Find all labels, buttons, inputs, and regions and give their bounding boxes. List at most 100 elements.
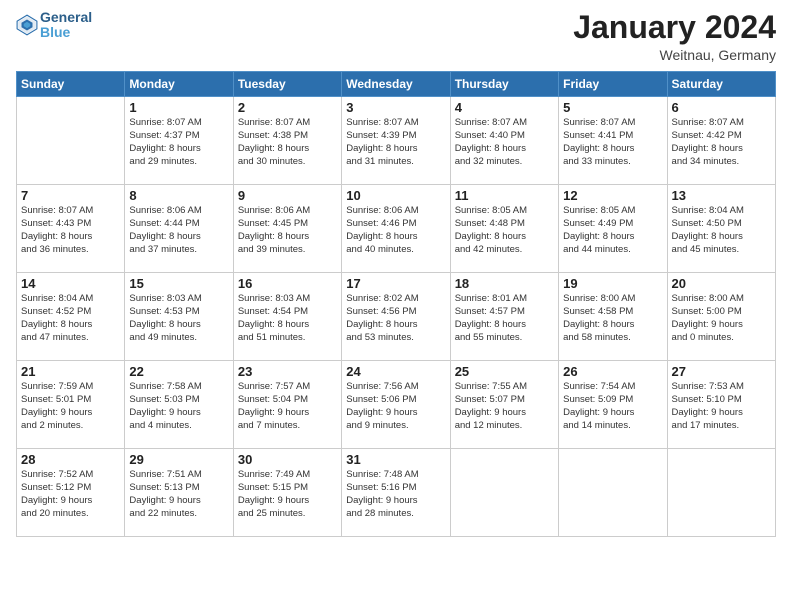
week-row-4: 21 Sunrise: 7:59 AMSunset: 5:01 PMDayligh…: [17, 361, 776, 449]
week-row-1: 1 Sunrise: 8:07 AMSunset: 4:37 PMDaylight…: [17, 97, 776, 185]
cell-w1-d4: 3 Sunrise: 8:07 AMSunset: 4:39 PMDaylight…: [342, 97, 450, 185]
day-number: 11: [455, 188, 554, 203]
header-monday: Monday: [125, 72, 233, 97]
logo-icon: [16, 14, 38, 36]
day-detail: Sunrise: 8:00 AMSunset: 4:58 PMDaylight:…: [563, 293, 662, 344]
day-number: 31: [346, 452, 445, 467]
day-number: 7: [21, 188, 120, 203]
day-detail: Sunrise: 8:05 AMSunset: 4:48 PMDaylight:…: [455, 205, 554, 256]
day-number: 9: [238, 188, 337, 203]
day-detail: Sunrise: 8:07 AMSunset: 4:42 PMDaylight:…: [672, 117, 771, 168]
day-detail: Sunrise: 7:58 AMSunset: 5:03 PMDaylight:…: [129, 381, 228, 432]
cell-w3-d1: 14 Sunrise: 8:04 AMSunset: 4:52 PMDayligh…: [17, 273, 125, 361]
cell-w3-d5: 18Sunrise: 8:01 AMSunset: 4:57 PMDayligh…: [450, 273, 558, 361]
day-number: 3: [346, 100, 445, 115]
cell-w4-d7: 27Sunrise: 7:53 AMSunset: 5:10 PMDayligh…: [667, 361, 775, 449]
cell-w4-d2: 22 Sunrise: 7:58 AMSunset: 5:03 PMDayligh…: [125, 361, 233, 449]
day-detail: Sunrise: 8:07 AMSunset: 4:41 PMDaylight:…: [563, 117, 662, 168]
day-number: 24: [346, 364, 445, 379]
cell-w5-d6: [559, 449, 667, 537]
logo-blue: Blue: [40, 25, 92, 40]
cell-w2-d1: 7 Sunrise: 8:07 AMSunset: 4:43 PMDaylight…: [17, 185, 125, 273]
location-subtitle: Weitnau, Germany: [573, 47, 776, 63]
day-number: 21: [21, 364, 120, 379]
day-number: 16: [238, 276, 337, 291]
day-number: 22: [129, 364, 228, 379]
cell-w2-d2: 8Sunrise: 8:06 AMSunset: 4:44 PMDaylight…: [125, 185, 233, 273]
day-detail: Sunrise: 8:04 AMSunset: 4:50 PMDaylight:…: [672, 205, 771, 256]
week-row-5: 28Sunrise: 7:52 AMSunset: 5:12 PMDayligh…: [17, 449, 776, 537]
day-number: 29: [129, 452, 228, 467]
cell-w4-d6: 26 Sunrise: 7:54 AMSunset: 5:09 PMDayligh…: [559, 361, 667, 449]
month-year-title: January 2024: [573, 10, 776, 45]
cell-w1-d3: 2Sunrise: 8:07 AMSunset: 4:38 PMDaylight…: [233, 97, 341, 185]
cell-w3-d6: 19Sunrise: 8:00 AMSunset: 4:58 PMDayligh…: [559, 273, 667, 361]
cell-w5-d4: 31 Sunrise: 7:48 AMSunset: 5:16 PMDayligh…: [342, 449, 450, 537]
day-detail: Sunrise: 8:07 AMSunset: 4:37 PMDaylight:…: [129, 117, 228, 168]
cell-w2-d5: 11 Sunrise: 8:05 AMSunset: 4:48 PMDayligh…: [450, 185, 558, 273]
day-number: 30: [238, 452, 337, 467]
header: General Blue January 2024 Weitnau, Germa…: [16, 10, 776, 63]
logo: General Blue: [16, 10, 92, 41]
cell-w3-d4: 17 Sunrise: 8:02 AMSunset: 4:56 PMDayligh…: [342, 273, 450, 361]
cell-w2-d3: 9 Sunrise: 8:06 AMSunset: 4:45 PMDaylight…: [233, 185, 341, 273]
day-detail: Sunrise: 7:54 AMSunset: 5:09 PMDaylight:…: [563, 381, 662, 432]
day-number: 12: [563, 188, 662, 203]
header-thursday: Thursday: [450, 72, 558, 97]
cell-w4-d1: 21 Sunrise: 7:59 AMSunset: 5:01 PMDayligh…: [17, 361, 125, 449]
day-detail: Sunrise: 8:06 AMSunset: 4:44 PMDaylight:…: [129, 205, 228, 256]
day-detail: Sunrise: 8:02 AMSunset: 4:56 PMDaylight:…: [346, 293, 445, 344]
day-detail: Sunrise: 8:07 AMSunset: 4:43 PMDaylight:…: [21, 205, 120, 256]
week-row-2: 7 Sunrise: 8:07 AMSunset: 4:43 PMDaylight…: [17, 185, 776, 273]
header-tuesday: Tuesday: [233, 72, 341, 97]
day-detail: Sunrise: 7:49 AMSunset: 5:15 PMDaylight:…: [238, 469, 337, 520]
day-number: 14: [21, 276, 120, 291]
day-detail: Sunrise: 7:51 AMSunset: 5:13 PMDaylight:…: [129, 469, 228, 520]
day-number: 25: [455, 364, 554, 379]
day-number: 2: [238, 100, 337, 115]
logo-general: General: [40, 10, 92, 25]
header-sunday: Sunday: [17, 72, 125, 97]
day-detail: Sunrise: 8:06 AMSunset: 4:45 PMDaylight:…: [238, 205, 337, 256]
day-number: 28: [21, 452, 120, 467]
day-detail: Sunrise: 8:05 AMSunset: 4:49 PMDaylight:…: [563, 205, 662, 256]
day-detail: Sunrise: 8:03 AMSunset: 4:54 PMDaylight:…: [238, 293, 337, 344]
cell-w5-d3: 30 Sunrise: 7:49 AMSunset: 5:15 PMDayligh…: [233, 449, 341, 537]
header-saturday: Saturday: [667, 72, 775, 97]
day-number: 13: [672, 188, 771, 203]
cell-w4-d3: 23Sunrise: 7:57 AMSunset: 5:04 PMDayligh…: [233, 361, 341, 449]
day-detail: Sunrise: 7:48 AMSunset: 5:16 PMDaylight:…: [346, 469, 445, 520]
page: General Blue January 2024 Weitnau, Germa…: [0, 0, 792, 612]
cell-w1-d6: 5 Sunrise: 8:07 AMSunset: 4:41 PMDaylight…: [559, 97, 667, 185]
day-detail: Sunrise: 7:59 AMSunset: 5:01 PMDaylight:…: [21, 381, 120, 432]
weekday-header-row: Sunday Monday Tuesday Wednesday Thursday…: [17, 72, 776, 97]
logo-text-block: General Blue: [40, 10, 92, 41]
day-detail: Sunrise: 8:07 AMSunset: 4:40 PMDaylight:…: [455, 117, 554, 168]
day-number: 5: [563, 100, 662, 115]
cell-w1-d2: 1 Sunrise: 8:07 AMSunset: 4:37 PMDaylight…: [125, 97, 233, 185]
cell-w3-d2: 15 Sunrise: 8:03 AMSunset: 4:53 PMDayligh…: [125, 273, 233, 361]
day-detail: Sunrise: 7:55 AMSunset: 5:07 PMDaylight:…: [455, 381, 554, 432]
day-detail: Sunrise: 7:53 AMSunset: 5:10 PMDaylight:…: [672, 381, 771, 432]
day-number: 15: [129, 276, 228, 291]
cell-w5-d2: 29 Sunrise: 7:51 AMSunset: 5:13 PMDayligh…: [125, 449, 233, 537]
cell-w5-d7: [667, 449, 775, 537]
cell-w1-d1: [17, 97, 125, 185]
week-row-3: 14 Sunrise: 8:04 AMSunset: 4:52 PMDayligh…: [17, 273, 776, 361]
day-detail: Sunrise: 8:07 AMSunset: 4:39 PMDaylight:…: [346, 117, 445, 168]
cell-w5-d1: 28Sunrise: 7:52 AMSunset: 5:12 PMDayligh…: [17, 449, 125, 537]
day-number: 26: [563, 364, 662, 379]
title-block: January 2024 Weitnau, Germany: [573, 10, 776, 63]
day-number: 1: [129, 100, 228, 115]
header-wednesday: Wednesday: [342, 72, 450, 97]
day-number: 4: [455, 100, 554, 115]
cell-w2-d4: 10Sunrise: 8:06 AMSunset: 4:46 PMDayligh…: [342, 185, 450, 273]
day-detail: Sunrise: 8:04 AMSunset: 4:52 PMDaylight:…: [21, 293, 120, 344]
day-detail: Sunrise: 8:03 AMSunset: 4:53 PMDaylight:…: [129, 293, 228, 344]
cell-w2-d6: 12 Sunrise: 8:05 AMSunset: 4:49 PMDayligh…: [559, 185, 667, 273]
day-number: 17: [346, 276, 445, 291]
cell-w4-d4: 24Sunrise: 7:56 AMSunset: 5:06 PMDayligh…: [342, 361, 450, 449]
day-number: 10: [346, 188, 445, 203]
calendar-table: Sunday Monday Tuesday Wednesday Thursday…: [16, 71, 776, 537]
day-number: 23: [238, 364, 337, 379]
